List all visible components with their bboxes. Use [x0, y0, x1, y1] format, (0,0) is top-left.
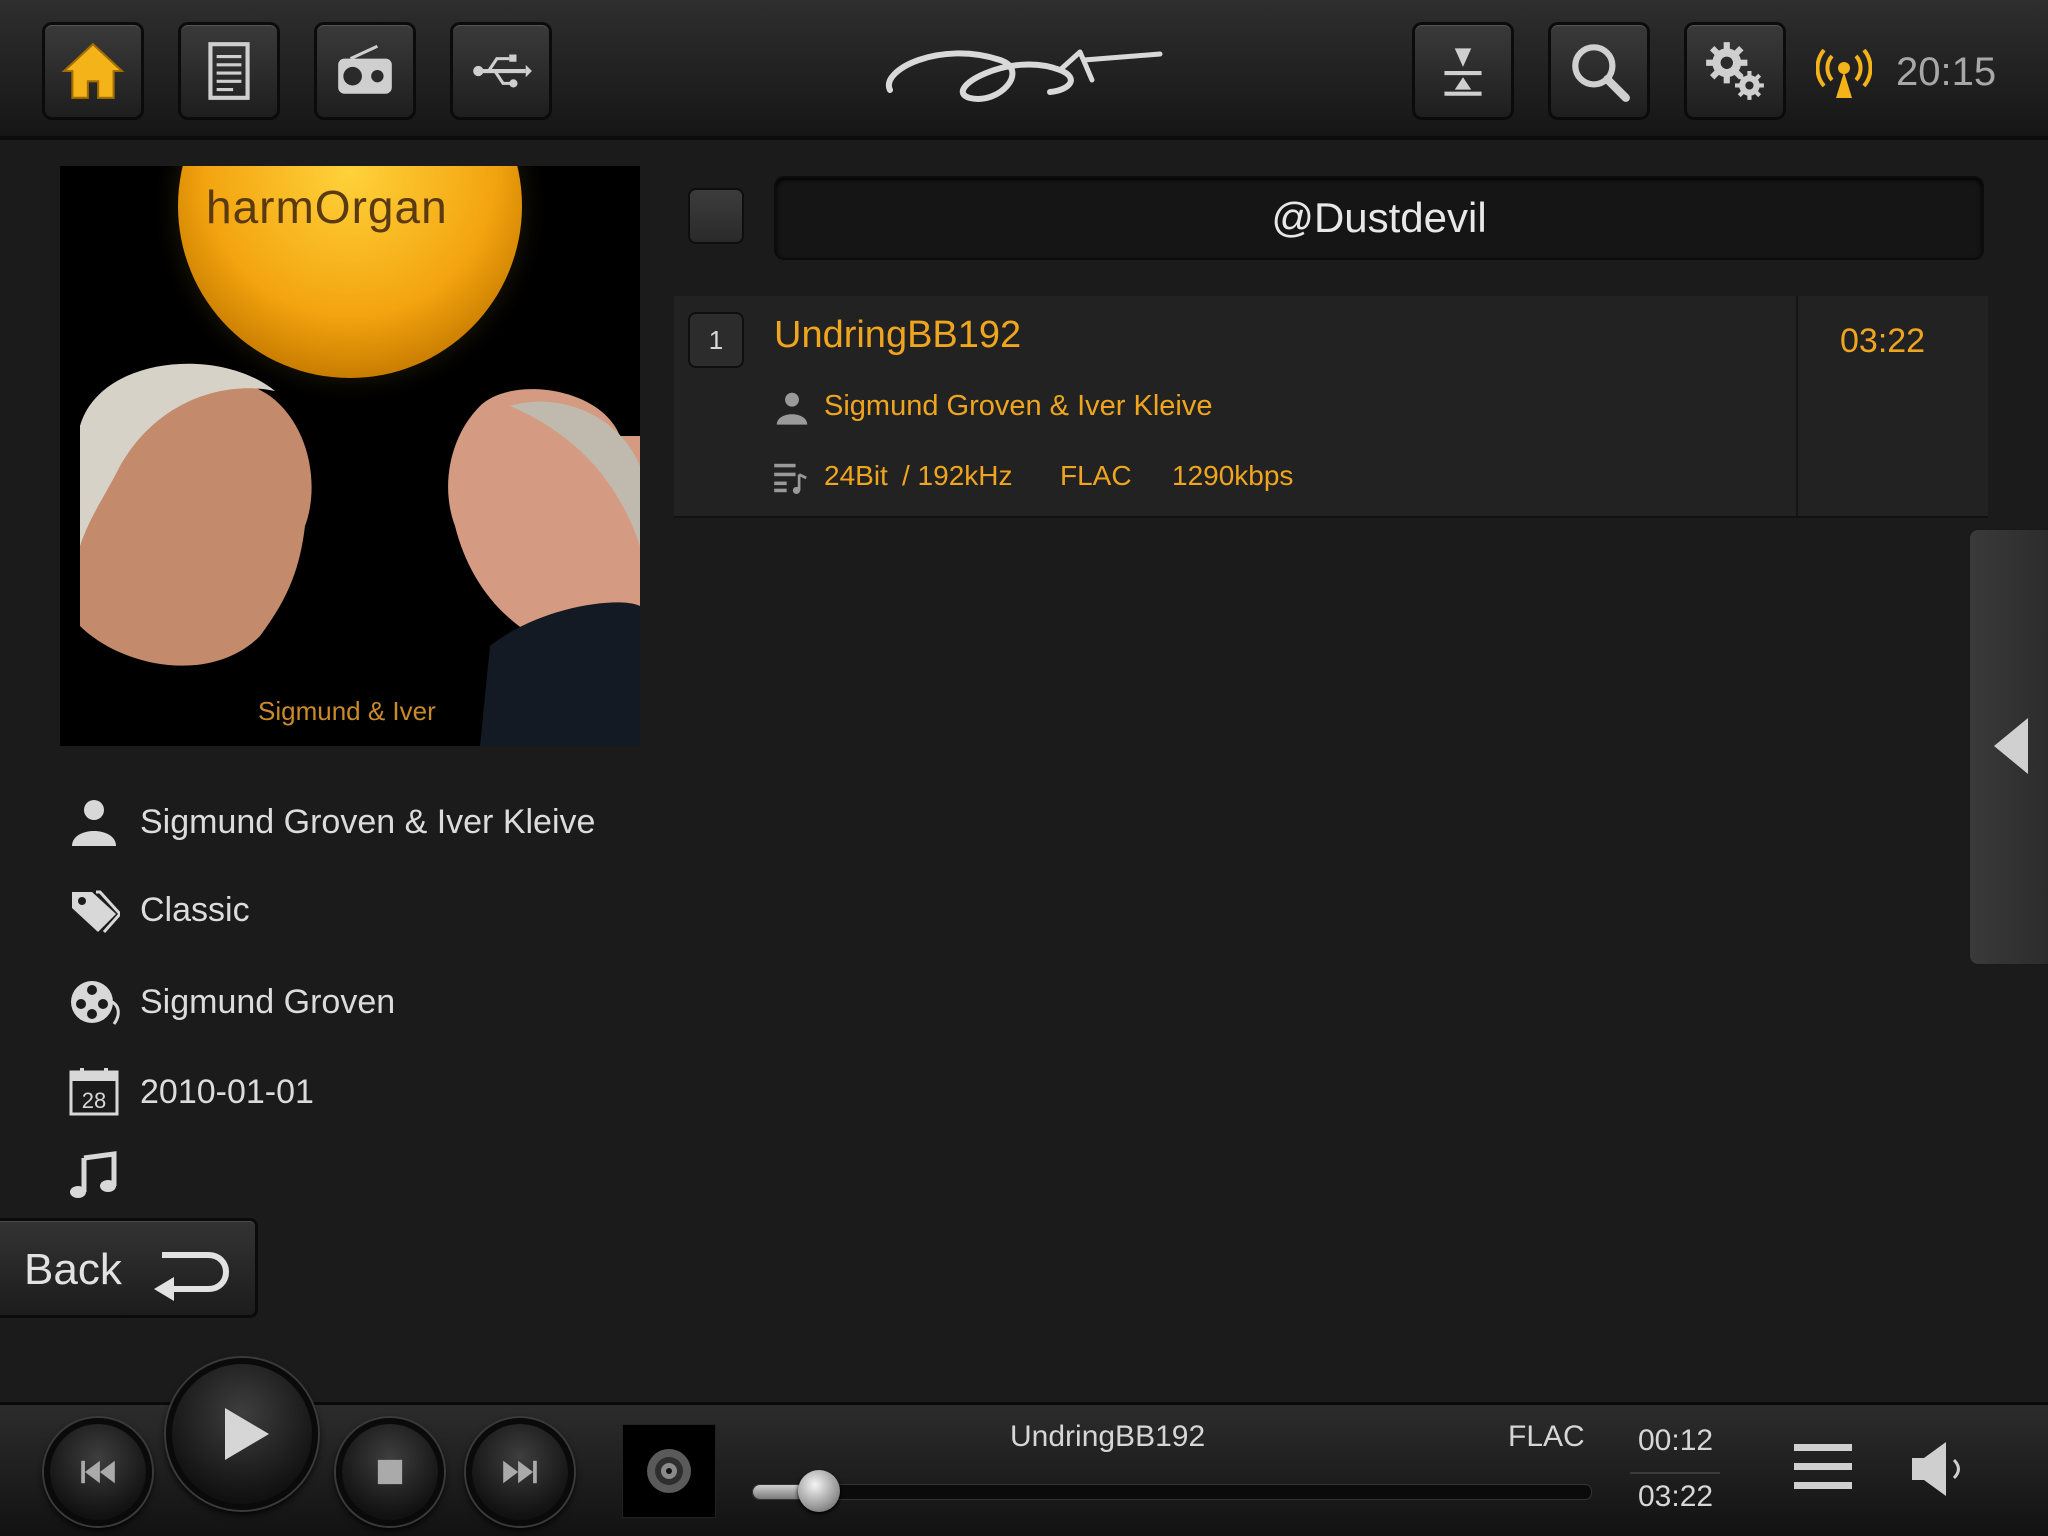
album-artist: Sigmund Groven & Iver Kleive [140, 802, 596, 841]
play-icon [225, 1408, 269, 1460]
album-composer-row: Sigmund Groven [68, 972, 395, 1032]
play-button[interactable] [166, 1358, 318, 1510]
volume-icon[interactable] [1910, 1438, 1968, 1500]
radio-icon [338, 44, 392, 94]
previous-button[interactable] [44, 1418, 152, 1526]
skip-previous-icon [81, 1460, 115, 1484]
album-genre-row: Classic [68, 880, 250, 940]
column-divider [1796, 296, 1798, 516]
calendar-icon: 28 [69, 1068, 119, 1116]
chevron-left-icon [1994, 718, 2028, 774]
usb-icon [473, 54, 532, 88]
track-title: UndringBB192 [774, 314, 1022, 356]
usb-button[interactable] [450, 22, 552, 120]
tags-icon [72, 890, 120, 933]
album-date-row: 28 2010-01-01 [68, 1062, 314, 1122]
side-panel-toggle[interactable] [1968, 528, 2048, 966]
search-icon [1572, 44, 1630, 102]
track-number: 1 [688, 312, 744, 368]
elapsed-time: 00:12 [1638, 1424, 1714, 1457]
top-toolbar: 20:15 [0, 0, 2048, 140]
album-music-row [68, 1146, 120, 1206]
track-duration: 03:22 [1840, 322, 1926, 360]
progress-track[interactable] [752, 1484, 1592, 1500]
settings-gears-icon [1706, 42, 1764, 100]
format-list-icon [774, 463, 807, 494]
now-playing-title: UndringBB192 [1010, 1420, 1206, 1453]
progress-knob[interactable] [798, 1470, 841, 1512]
album-cover: harmOrgan Sigmund & Iver [60, 166, 640, 746]
radio-button[interactable] [314, 22, 416, 120]
album-composer: Sigmund Groven [140, 982, 396, 1021]
album-date: 2010-01-01 [140, 1072, 314, 1111]
track-codec: FLAC [1060, 460, 1132, 491]
track-artist: Sigmund Groven & Iver Kleive [824, 390, 1213, 422]
sort-icon [1444, 48, 1482, 96]
next-button[interactable] [466, 1418, 574, 1526]
calendar-day: 28 [82, 1088, 106, 1113]
music-note-icon [70, 1151, 117, 1198]
track-samplerate: / 192kHz [902, 460, 1013, 491]
home-icon [61, 42, 125, 99]
select-all-checkbox[interactable] [688, 188, 744, 244]
menu-icon[interactable] [1792, 1442, 1854, 1492]
skip-next-icon [503, 1460, 537, 1484]
stop-icon [377, 1459, 403, 1485]
clock: 20:15 [1896, 50, 1997, 94]
now-playing-thumbnail[interactable] [622, 1424, 716, 1518]
home-button[interactable] [42, 22, 144, 120]
film-reel-icon [71, 981, 120, 1025]
playlist-button[interactable] [178, 22, 280, 120]
document-icon [208, 42, 250, 100]
settings-button[interactable] [1684, 22, 1786, 120]
time-separator [1630, 1472, 1720, 1474]
now-playing-format: FLAC [1508, 1420, 1585, 1453]
brand-logo [885, 49, 1163, 102]
disc-icon [647, 1449, 691, 1493]
album-genre: Classic [140, 890, 250, 929]
search-button[interactable] [1548, 22, 1650, 120]
track-bitrate: 1290kbps [1172, 460, 1294, 491]
playlist-name[interactable]: @Dustdevil [774, 176, 1984, 260]
track-row[interactable]: 1 UndringBB192 Sigmund Groven & Iver Kle… [674, 296, 1988, 518]
cover-subtitle: Sigmund & Iver [258, 696, 436, 726]
track-bitdepth: 24Bit [824, 460, 888, 491]
album-artist-row: Sigmund Groven & Iver Kleive [68, 792, 595, 852]
stop-button[interactable] [336, 1418, 444, 1526]
cover-title: harmOrgan [206, 181, 448, 233]
person-icon [776, 392, 808, 425]
return-arrow-icon [154, 1252, 229, 1301]
wireless-signal-icon [1816, 48, 1872, 98]
sort-button[interactable] [1412, 22, 1514, 120]
total-time: 03:22 [1638, 1480, 1714, 1513]
back-button[interactable]: Back [0, 1218, 258, 1318]
person-icon [72, 800, 116, 846]
back-label: Back [24, 1245, 122, 1294]
